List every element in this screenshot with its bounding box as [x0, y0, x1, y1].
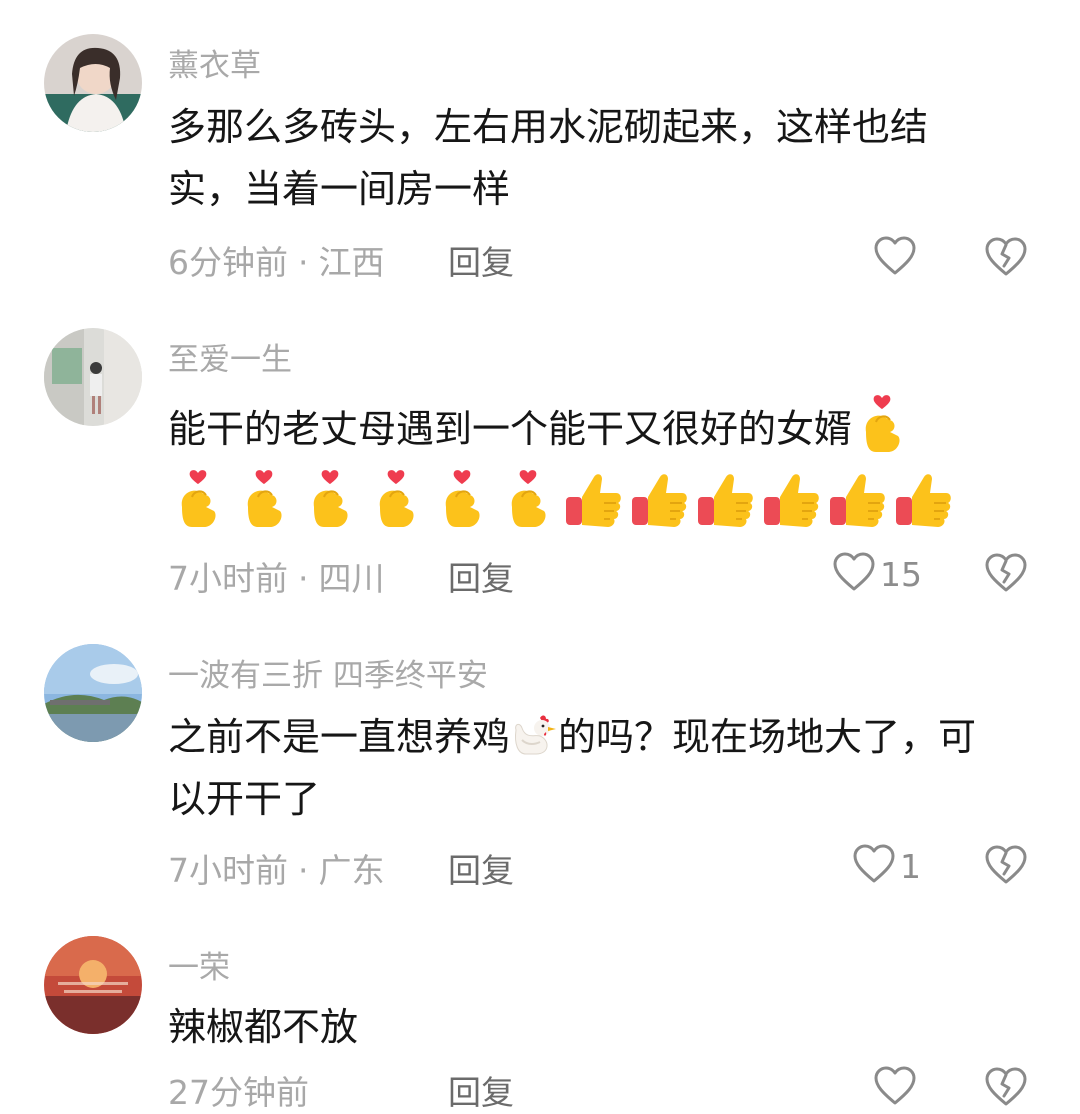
like-count: 1: [900, 846, 921, 886]
comment-location: 四川: [318, 559, 385, 598]
comment-time: 6分钟前: [168, 243, 288, 282]
dislike-button[interactable]: [984, 236, 1028, 280]
finger-heart-emoji: [234, 467, 294, 531]
avatar[interactable]: [44, 34, 142, 132]
dislike-button[interactable]: [984, 844, 1028, 888]
username[interactable]: 至爱一生: [168, 334, 292, 379]
meta-separator: ·: [298, 243, 309, 282]
chicken-emoji: [510, 710, 558, 758]
reply-button[interactable]: 回复: [448, 236, 514, 284]
finger-heart-emoji: [168, 467, 228, 531]
meta-separator: ·: [298, 559, 309, 598]
finger-heart-emoji: [366, 467, 426, 531]
comment-text-body: 之前不是一直想养鸡: [168, 715, 511, 759]
comment-text: 多那么多砖头，左右用水泥砌起来，这样也结实，当着一间房一样: [168, 105, 929, 211]
like-count: 15: [880, 554, 922, 594]
thumbs-up-emoji: [894, 467, 954, 531]
thumbs-up-emoji: [762, 467, 822, 531]
dislike-button[interactable]: [984, 552, 1028, 596]
heart-outline-icon: [873, 1065, 917, 1111]
thumbs-up-emoji: [630, 467, 690, 531]
finger-heart-emoji: [300, 467, 360, 531]
comment-text: 辣椒都不放: [168, 1005, 359, 1049]
comment-location: 广东: [318, 851, 385, 890]
comment-meta: 27分钟前·: [168, 1066, 340, 1114]
heart-outline-icon: [873, 235, 917, 281]
comment-text-body: 能干的老丈母遇到一个能干又很好的女婿: [168, 407, 853, 451]
username[interactable]: 一荣: [168, 942, 230, 987]
meta-separator: ·: [298, 851, 309, 890]
heart-outline-icon: [832, 551, 876, 597]
avatar[interactable]: [44, 644, 142, 742]
username[interactable]: 薰衣草: [168, 40, 261, 85]
comment-time: 27分钟前: [168, 1073, 309, 1112]
finger-heart-emoji: [498, 467, 558, 531]
thumbs-up-emoji: [696, 467, 756, 531]
broken-heart-icon: [984, 237, 1028, 282]
comment-text: 之前不是一直想养鸡 的吗？现在场地大了，可以开干了: [168, 706, 998, 830]
reply-button[interactable]: 回复: [448, 844, 514, 892]
comment-meta: 6分钟前 · 江西: [168, 236, 385, 284]
finger-heart-emoji: [432, 467, 492, 531]
emoji-row: [168, 464, 960, 534]
comment-time: 7小时前: [168, 559, 288, 598]
comment-meta: 7小时前 · 四川: [168, 552, 385, 600]
comment-text: 能干的老丈母遇到一个能干又很好的女婿: [168, 392, 998, 460]
like-button[interactable]: [873, 236, 921, 280]
avatar[interactable]: [44, 328, 142, 426]
comment-meta: 7小时前 · 广东: [168, 844, 385, 892]
thumbs-up-emoji: [828, 467, 888, 531]
like-button[interactable]: [873, 1066, 921, 1110]
like-button[interactable]: 15: [832, 552, 922, 596]
comment-location: 江西: [318, 243, 385, 282]
heart-outline-icon: [852, 843, 896, 889]
broken-heart-icon: [984, 845, 1028, 890]
reply-button[interactable]: 回复: [448, 1066, 514, 1114]
finger-heart-emoji: [852, 392, 912, 456]
username[interactable]: 一波有三折 四季终平安: [168, 650, 488, 695]
avatar[interactable]: [44, 936, 142, 1034]
reply-button[interactable]: 回复: [448, 552, 514, 600]
like-button[interactable]: 1: [852, 844, 921, 888]
broken-heart-icon: [984, 553, 1028, 598]
dislike-button[interactable]: [984, 1066, 1028, 1110]
comment-time: 7小时前: [168, 851, 288, 890]
thumbs-up-emoji: [564, 467, 624, 531]
